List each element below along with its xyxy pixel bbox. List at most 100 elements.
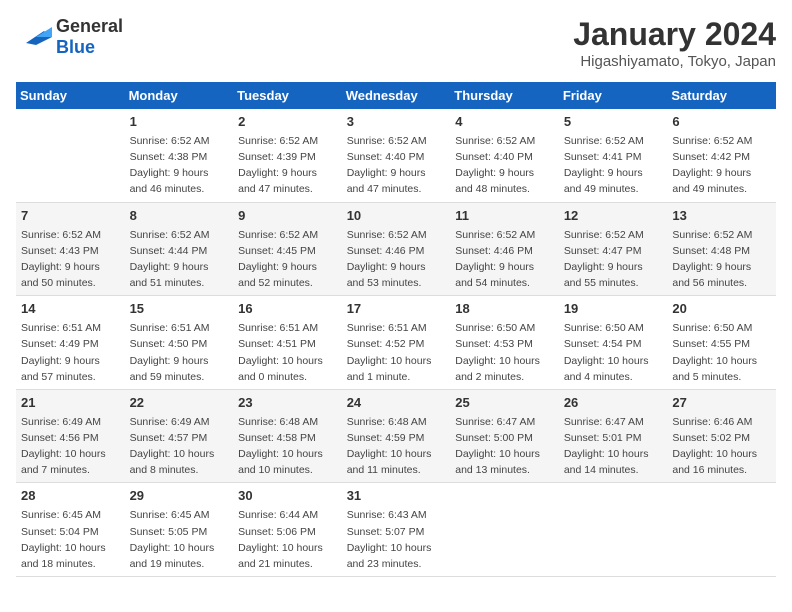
day-header-wednesday: Wednesday <box>342 82 451 109</box>
day-cell: 30 Sunrise: 6:44 AMSunset: 5:06 PMDayligh… <box>233 483 342 577</box>
day-cell: 17Sunrise: 6:51 AMSunset: 4:52 PMDayligh… <box>342 296 451 390</box>
day-info: Sunrise: 6:52 AMSunset: 4:47 PMDaylight:… <box>564 229 644 289</box>
day-cell: 4 Sunrise: 6:52 AMSunset: 4:40 PMDaylight… <box>450 109 559 202</box>
day-cell <box>450 483 559 577</box>
day-header-thursday: Thursday <box>450 82 559 109</box>
day-number: 14 <box>21 300 120 318</box>
day-info: Sunrise: 6:46 AMSunset: 5:02 PMDaylight:… <box>672 416 757 476</box>
day-number: 9 <box>238 207 337 225</box>
day-cell <box>16 109 125 202</box>
day-info: Sunrise: 6:52 AMSunset: 4:38 PMDaylight:… <box>130 135 210 195</box>
day-cell: 9 Sunrise: 6:52 AMSunset: 4:45 PMDaylight… <box>233 202 342 296</box>
day-info: Sunrise: 6:47 AMSunset: 5:00 PMDaylight:… <box>455 416 540 476</box>
day-number: 8 <box>130 207 229 225</box>
day-number: 30 <box>238 487 337 505</box>
day-cell: 26 Sunrise: 6:47 AMSunset: 5:01 PMDayligh… <box>559 389 668 483</box>
day-cell: 27 Sunrise: 6:46 AMSunset: 5:02 PMDayligh… <box>667 389 776 483</box>
day-info: Sunrise: 6:47 AMSunset: 5:01 PMDaylight:… <box>564 416 649 476</box>
day-number: 1 <box>130 113 229 131</box>
logo-icon <box>16 23 52 51</box>
day-number: 27 <box>672 394 771 412</box>
day-info: Sunrise: 6:48 AMSunset: 4:58 PMDaylight:… <box>238 416 323 476</box>
day-cell: 20 Sunrise: 6:50 AMSunset: 4:55 PMDayligh… <box>667 296 776 390</box>
day-info: Sunrise: 6:50 AMSunset: 4:53 PMDaylight:… <box>455 322 540 382</box>
day-cell: 25 Sunrise: 6:47 AMSunset: 5:00 PMDayligh… <box>450 389 559 483</box>
day-number: 17 <box>347 300 446 318</box>
day-header-saturday: Saturday <box>667 82 776 109</box>
page-header: General Blue January 2024 Higashiyamato,… <box>16 16 776 70</box>
day-info: Sunrise: 6:48 AMSunset: 4:59 PMDaylight:… <box>347 416 432 476</box>
day-number: 3 <box>347 113 446 131</box>
day-number: 15 <box>130 300 229 318</box>
day-header-monday: Monday <box>125 82 234 109</box>
day-number: 21 <box>21 394 120 412</box>
day-info: Sunrise: 6:51 AMSunset: 4:49 PMDaylight:… <box>21 322 101 382</box>
day-number: 2 <box>238 113 337 131</box>
day-cell: 29 Sunrise: 6:45 AMSunset: 5:05 PMDayligh… <box>125 483 234 577</box>
day-info: Sunrise: 6:49 AMSunset: 4:56 PMDaylight:… <box>21 416 106 476</box>
day-number: 22 <box>130 394 229 412</box>
day-header-tuesday: Tuesday <box>233 82 342 109</box>
day-info: Sunrise: 6:52 AMSunset: 4:39 PMDaylight:… <box>238 135 318 195</box>
day-cell: 13Sunrise: 6:52 AMSunset: 4:48 PMDayligh… <box>667 202 776 296</box>
day-info: Sunrise: 6:43 AMSunset: 5:07 PMDaylight:… <box>347 509 432 569</box>
title-block: January 2024 Higashiyamato, Tokyo, Japan <box>573 16 776 70</box>
day-info: Sunrise: 6:49 AMSunset: 4:57 PMDaylight:… <box>130 416 215 476</box>
day-cell: 6Sunrise: 6:52 AMSunset: 4:42 PMDaylight… <box>667 109 776 202</box>
days-header-row: SundayMondayTuesdayWednesdayThursdayFrid… <box>16 82 776 109</box>
day-info: Sunrise: 6:52 AMSunset: 4:40 PMDaylight:… <box>455 135 535 195</box>
day-number: 29 <box>130 487 229 505</box>
day-info: Sunrise: 6:52 AMSunset: 4:45 PMDaylight:… <box>238 229 318 289</box>
day-info: Sunrise: 6:52 AMSunset: 4:46 PMDaylight:… <box>347 229 427 289</box>
day-info: Sunrise: 6:44 AMSunset: 5:06 PMDaylight:… <box>238 509 323 569</box>
day-cell: 14 Sunrise: 6:51 AMSunset: 4:49 PMDayligh… <box>16 296 125 390</box>
calendar-table: SundayMondayTuesdayWednesdayThursdayFrid… <box>16 82 776 577</box>
day-header-friday: Friday <box>559 82 668 109</box>
day-info: Sunrise: 6:50 AMSunset: 4:55 PMDaylight:… <box>672 322 757 382</box>
day-header-sunday: Sunday <box>16 82 125 109</box>
day-cell: 31Sunrise: 6:43 AMSunset: 5:07 PMDayligh… <box>342 483 451 577</box>
day-info: Sunrise: 6:51 AMSunset: 4:50 PMDaylight:… <box>130 322 210 382</box>
day-info: Sunrise: 6:50 AMSunset: 4:54 PMDaylight:… <box>564 322 649 382</box>
logo-general-text: General <box>56 16 123 36</box>
day-info: Sunrise: 6:52 AMSunset: 4:41 PMDaylight:… <box>564 135 644 195</box>
day-cell: 12Sunrise: 6:52 AMSunset: 4:47 PMDayligh… <box>559 202 668 296</box>
day-info: Sunrise: 6:52 AMSunset: 4:43 PMDaylight:… <box>21 229 101 289</box>
day-cell: 11Sunrise: 6:52 AMSunset: 4:46 PMDayligh… <box>450 202 559 296</box>
day-cell: 1 Sunrise: 6:52 AMSunset: 4:38 PMDaylight… <box>125 109 234 202</box>
day-cell: 3Sunrise: 6:52 AMSunset: 4:40 PMDaylight… <box>342 109 451 202</box>
day-cell: 10Sunrise: 6:52 AMSunset: 4:46 PMDayligh… <box>342 202 451 296</box>
day-cell: 5Sunrise: 6:52 AMSunset: 4:41 PMDaylight… <box>559 109 668 202</box>
day-number: 24 <box>347 394 446 412</box>
day-cell: 19 Sunrise: 6:50 AMSunset: 4:54 PMDayligh… <box>559 296 668 390</box>
logo-text: General Blue <box>56 16 123 58</box>
week-row-4: 21 Sunrise: 6:49 AMSunset: 4:56 PMDayligh… <box>16 389 776 483</box>
day-cell: 8Sunrise: 6:52 AMSunset: 4:44 PMDaylight… <box>125 202 234 296</box>
day-number: 7 <box>21 207 120 225</box>
day-number: 19 <box>564 300 663 318</box>
month-title: January 2024 <box>573 16 776 53</box>
logo: General Blue <box>16 16 123 58</box>
day-cell: 18Sunrise: 6:50 AMSunset: 4:53 PMDayligh… <box>450 296 559 390</box>
day-number: 13 <box>672 207 771 225</box>
day-cell: 21 Sunrise: 6:49 AMSunset: 4:56 PMDayligh… <box>16 389 125 483</box>
day-cell: 7 Sunrise: 6:52 AMSunset: 4:43 PMDaylight… <box>16 202 125 296</box>
day-number: 28 <box>21 487 120 505</box>
day-number: 11 <box>455 207 554 225</box>
day-cell: 28 Sunrise: 6:45 AMSunset: 5:04 PMDayligh… <box>16 483 125 577</box>
week-row-2: 7 Sunrise: 6:52 AMSunset: 4:43 PMDaylight… <box>16 202 776 296</box>
day-number: 20 <box>672 300 771 318</box>
day-info: Sunrise: 6:52 AMSunset: 4:42 PMDaylight:… <box>672 135 752 195</box>
day-cell: 22 Sunrise: 6:49 AMSunset: 4:57 PMDayligh… <box>125 389 234 483</box>
week-row-1: 1 Sunrise: 6:52 AMSunset: 4:38 PMDaylight… <box>16 109 776 202</box>
day-number: 25 <box>455 394 554 412</box>
day-info: Sunrise: 6:45 AMSunset: 5:05 PMDaylight:… <box>130 509 215 569</box>
logo-blue-text: Blue <box>56 37 95 57</box>
day-info: Sunrise: 6:45 AMSunset: 5:04 PMDaylight:… <box>21 509 106 569</box>
day-number: 4 <box>455 113 554 131</box>
day-cell: 16Sunrise: 6:51 AMSunset: 4:51 PMDayligh… <box>233 296 342 390</box>
week-row-5: 28 Sunrise: 6:45 AMSunset: 5:04 PMDayligh… <box>16 483 776 577</box>
day-number: 23 <box>238 394 337 412</box>
day-cell: 15 Sunrise: 6:51 AMSunset: 4:50 PMDayligh… <box>125 296 234 390</box>
day-number: 26 <box>564 394 663 412</box>
